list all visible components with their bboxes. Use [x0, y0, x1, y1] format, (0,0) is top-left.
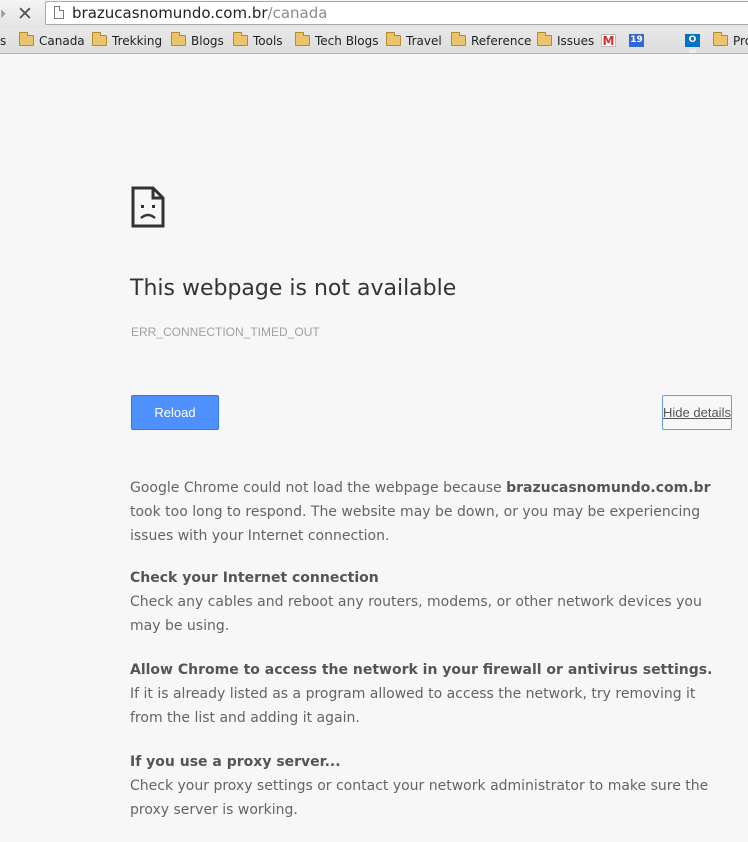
suggestion-firewall: Allow Chrome to access the network in yo…	[130, 658, 730, 730]
suggestion-heading: If you use a proxy server...	[130, 754, 341, 770]
page-icon	[54, 6, 64, 19]
sad-page-icon	[131, 186, 165, 228]
error-code: ERR_CONNECTION_TIMED_OUT	[131, 325, 320, 339]
summary-host: brazucasnomundo.com.br	[506, 480, 711, 496]
folder-icon	[171, 32, 186, 46]
bookmark-folder-partial[interactable]: Pro	[713, 28, 748, 53]
stop-loading-button[interactable]: ✕	[14, 4, 36, 24]
suggestion-check-connection: Check your Internet connection Check any…	[130, 566, 730, 638]
suggestion-heading: Check your Internet connection	[130, 570, 379, 586]
folder-icon	[451, 32, 466, 46]
error-summary: Google Chrome could not load the webpage…	[130, 476, 730, 548]
folder-icon	[386, 32, 401, 46]
bookmark-label: Canada	[39, 33, 85, 48]
bookmark-folder-tools[interactable]: Tools	[233, 28, 283, 53]
bookmark-label: Tech Blogs	[315, 33, 379, 48]
summary-text-before: Google Chrome could not load the webpage…	[130, 480, 507, 496]
bookmark-folder-reference[interactable]: Reference	[451, 28, 531, 53]
bookmark-folder-tech-blogs[interactable]: Tech Blogs	[295, 28, 378, 53]
forward-icon[interactable]: ⏵	[0, 7, 8, 21]
folder-icon	[295, 32, 310, 46]
suggestion-body: Check your proxy settings or contact you…	[130, 778, 709, 818]
folder-icon	[92, 32, 107, 46]
bookmark-label: Reference	[471, 33, 532, 48]
bookmark-label: Travel	[406, 33, 442, 48]
url-text[interactable]: brazucasnomundo.com.br/canada	[72, 4, 327, 22]
bookmark-label: Issues	[557, 33, 595, 48]
reload-button[interactable]: Reload	[131, 395, 219, 430]
summary-text-after: took too long to respond. The website ma…	[130, 504, 701, 544]
outlook-icon[interactable]: O✉	[685, 34, 700, 53]
bookmark-partial[interactable]: s	[0, 28, 6, 53]
bookmarks-bar: s Canada Trekking Blogs Tools Tech Blogs…	[0, 28, 748, 54]
folder-icon	[713, 32, 728, 46]
bookmark-label: Pro	[733, 33, 748, 48]
bookmark-folder-blogs[interactable]: Blogs	[171, 28, 224, 53]
address-bar: ⏵ ✕ brazucasnomundo.com.br/canada	[0, 0, 748, 28]
bookmark-label: Tools	[253, 33, 283, 48]
error-title: This webpage is not available	[130, 276, 457, 301]
folder-icon	[537, 32, 552, 46]
suggestion-heading: Allow Chrome to access the network in yo…	[130, 662, 713, 678]
url-path: /canada	[267, 4, 328, 22]
suggestion-proxy: If you use a proxy server... Check your …	[130, 750, 730, 822]
bookmark-folder-issues[interactable]: Issues	[537, 28, 594, 53]
bookmark-folder-canada[interactable]: Canada	[19, 28, 85, 53]
bookmark-label: s	[0, 33, 7, 48]
gmail-icon[interactable]: M	[601, 34, 616, 48]
bookmark-label: Trekking	[112, 33, 163, 48]
folder-icon	[233, 32, 248, 46]
folder-icon	[19, 32, 34, 46]
calendar-icon[interactable]: 19	[629, 34, 644, 47]
apple-icon[interactable]	[657, 34, 672, 47]
omnibox[interactable]: brazucasnomundo.com.br/canada	[45, 1, 748, 25]
hide-details-button[interactable]: Hide details	[662, 395, 732, 430]
url-host: brazucasnomundo.com.br	[72, 4, 268, 22]
suggestion-body: If it is already listed as a program all…	[130, 686, 696, 726]
bookmark-folder-travel[interactable]: Travel	[386, 28, 442, 53]
error-details: Google Chrome could not load the webpage…	[130, 476, 730, 842]
bookmark-label: Blogs	[191, 33, 224, 48]
bookmark-folder-trekking[interactable]: Trekking	[92, 28, 162, 53]
suggestion-body: Check any cables and reboot any routers,…	[130, 594, 702, 634]
